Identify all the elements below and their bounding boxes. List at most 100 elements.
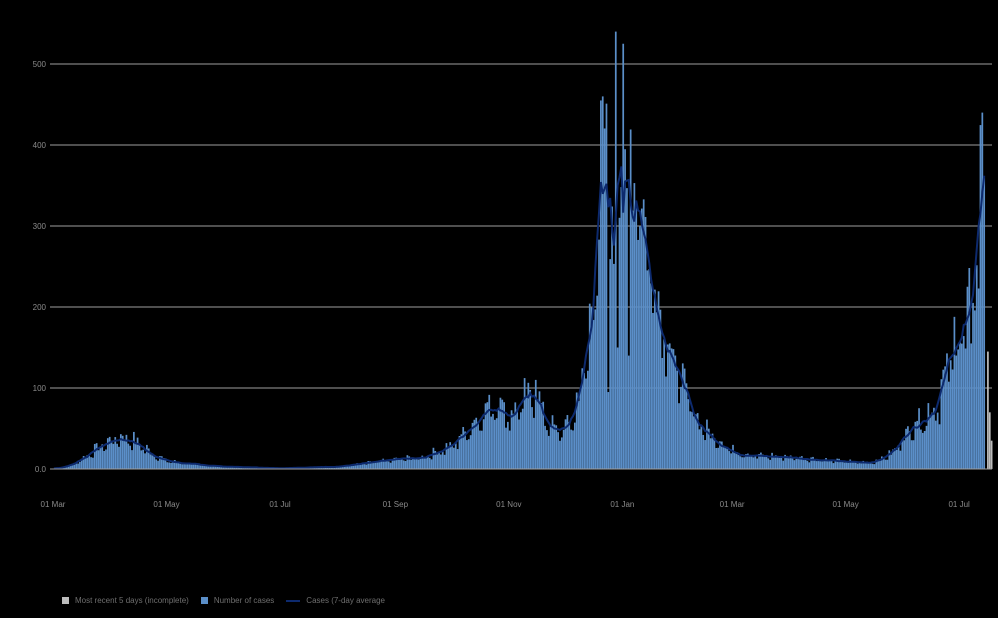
case-bar <box>873 464 876 469</box>
case-bar <box>428 457 431 469</box>
case-bar <box>426 456 429 469</box>
case-bar <box>815 461 818 469</box>
legend-item-incomplete: Most recent 5 days (incomplete) <box>62 596 189 605</box>
case-bar <box>629 129 632 469</box>
case-bar <box>570 429 572 469</box>
case-bar <box>549 426 552 469</box>
case-bar <box>583 373 585 469</box>
case-bar <box>534 379 537 469</box>
case-bar <box>867 463 870 469</box>
case-bar <box>153 456 156 469</box>
case-bar <box>728 451 731 469</box>
case-bar <box>741 457 744 469</box>
case-bar <box>118 446 120 469</box>
case-bar <box>454 443 457 469</box>
case-bar <box>737 455 740 469</box>
case-bar <box>925 425 928 469</box>
case-bar <box>616 347 619 469</box>
case-bar <box>834 461 837 469</box>
case-bar <box>897 445 900 469</box>
case-bar <box>400 458 403 469</box>
case-bar <box>183 463 185 469</box>
case-bar <box>949 360 952 469</box>
case-bar <box>441 451 444 469</box>
case-bar <box>899 450 902 469</box>
case-bar <box>131 450 133 469</box>
case-bar <box>706 419 708 469</box>
case-bar <box>436 454 439 469</box>
case-bar <box>908 431 911 469</box>
case-bar <box>819 461 822 469</box>
case-bar <box>689 411 692 469</box>
case-bar <box>771 452 773 469</box>
case-bar <box>144 453 146 469</box>
case-bar <box>713 437 716 469</box>
case-bar <box>726 448 729 469</box>
case-bar <box>929 415 932 469</box>
case-bar <box>763 456 766 469</box>
case-bar <box>572 430 574 469</box>
case-bar <box>655 312 658 469</box>
case-bar <box>970 343 973 469</box>
case-bar <box>808 462 811 469</box>
incomplete-bar <box>987 351 989 469</box>
case-bar <box>512 413 515 469</box>
case-bar <box>672 349 675 469</box>
case-bar <box>103 450 105 469</box>
case-bar <box>508 430 511 469</box>
case-bar <box>611 206 613 469</box>
case-bar <box>497 408 500 469</box>
case-bar <box>458 436 461 469</box>
case-bar <box>136 437 139 469</box>
case-bar <box>966 286 969 469</box>
case-bar <box>404 460 407 469</box>
case-bar <box>488 394 491 469</box>
case-bar <box>791 457 794 469</box>
case-bar <box>804 459 807 469</box>
case-bar <box>525 396 528 469</box>
case-bar <box>129 445 131 469</box>
case-bar <box>698 429 701 469</box>
legend-swatch-incomplete <box>62 597 69 604</box>
legend-swatch-cases <box>200 597 208 604</box>
case-bar <box>743 457 746 469</box>
case-bar <box>961 343 963 469</box>
case-bar <box>540 402 543 469</box>
case-bar <box>123 440 126 469</box>
case-bar <box>955 355 958 469</box>
case-bar <box>778 457 781 469</box>
case-bar <box>631 210 634 469</box>
case-bar <box>653 289 656 469</box>
case-bar <box>425 457 427 469</box>
case-bar <box>99 447 102 469</box>
case-bar <box>84 457 87 469</box>
case-bar <box>97 450 100 469</box>
case-bar <box>146 444 148 469</box>
case-bar <box>112 443 115 469</box>
case-bar <box>901 439 904 469</box>
x-tick-label: 01 Jul <box>948 500 970 509</box>
case-bar <box>661 357 664 469</box>
case-bar <box>482 419 485 469</box>
case-bar <box>626 188 628 469</box>
case-bar <box>613 263 615 469</box>
case-bar <box>196 464 198 469</box>
case-bar <box>694 414 697 469</box>
case-bar <box>531 407 533 469</box>
case-bar <box>438 452 440 469</box>
case-bar <box>505 427 507 469</box>
chart-legend: Most recent 5 days (incomplete) Number o… <box>62 596 397 605</box>
case-bar <box>516 409 519 469</box>
case-bar <box>780 456 783 469</box>
case-bar <box>730 453 732 469</box>
case-bar <box>795 458 798 469</box>
daily-case-bars <box>54 31 986 470</box>
case-bar <box>830 460 833 469</box>
case-bar <box>903 440 906 469</box>
case-bar <box>979 125 982 469</box>
case-bar <box>936 412 939 469</box>
case-bar <box>748 456 751 469</box>
case-bar <box>179 463 182 469</box>
case-bar <box>412 458 414 469</box>
case-bar <box>931 412 933 469</box>
